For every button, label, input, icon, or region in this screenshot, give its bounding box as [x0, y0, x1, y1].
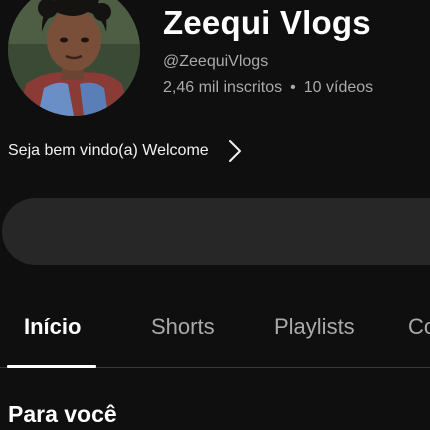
- tab-inicio[interactable]: Início: [24, 314, 81, 340]
- video-count: 10 vídeos: [303, 79, 374, 96]
- chevron-right-icon: [228, 140, 241, 162]
- channel-name: Zeequi Vlogs: [163, 4, 371, 41]
- active-tab-indicator: [7, 365, 96, 368]
- channel-description[interactable]: Seja bem vindo(a) Welcome: [8, 136, 243, 166]
- tab-shorts[interactable]: Shorts: [151, 314, 215, 340]
- stats-separator: •: [290, 79, 296, 96]
- tab-playlists[interactable]: Playlists: [274, 314, 355, 340]
- channel-stats: 2,46 mil inscritos • 10 vídeos: [163, 79, 373, 97]
- channel-handle: @ZeequiVlogs: [163, 53, 269, 70]
- channel-tabs: Início Shorts Playlists Co: [0, 300, 430, 368]
- subscriber-count: 2,46 mil inscritos: [163, 79, 283, 96]
- section-title: Para você: [8, 401, 117, 427]
- channel-avatar[interactable]: [8, 0, 140, 116]
- channel-page: Zeequi Vlogs @ZeequiVlogs 2,46 mil inscr…: [0, 0, 430, 430]
- tab-community[interactable]: Co: [408, 314, 430, 340]
- subscribe-button[interactable]: [2, 198, 430, 265]
- description-text: Seja bem vindo(a) Welcome: [8, 142, 209, 159]
- avatar-photo: [8, 0, 140, 116]
